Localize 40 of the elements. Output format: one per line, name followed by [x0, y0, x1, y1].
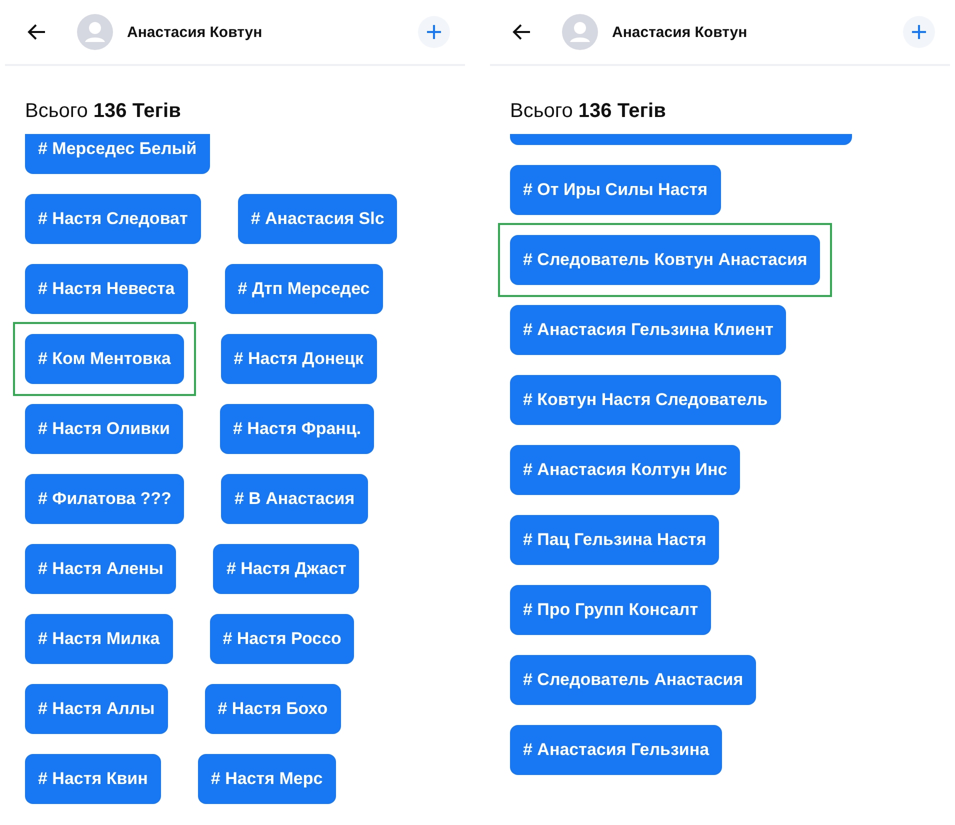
tag-count: Всього 136 Тегів	[24, 99, 182, 124]
avatar-icon	[562, 14, 598, 50]
tag[interactable]: # Настя Невеста	[25, 264, 188, 314]
contact-name: Анастасия Ковтун	[127, 24, 264, 40]
tag[interactable]: # Анастасия Гельзина	[510, 725, 722, 775]
tag[interactable]: # В Анастасия	[221, 474, 368, 524]
tag[interactable]: # Настя Джаст	[213, 544, 360, 594]
tag[interactable]: # Настя Франц.	[220, 404, 374, 454]
contact-name: Анастасия Ковтун	[612, 24, 748, 40]
tag[interactable]: # Следователь Ковтун Анастасия	[510, 235, 820, 285]
tag[interactable]: # Настя Следоват	[25, 194, 201, 244]
plus-icon	[427, 25, 441, 39]
tag[interactable]: # Ковтун Настя Следователь	[510, 375, 781, 425]
tag[interactable]: # Дтп Мерседес	[224, 264, 383, 314]
tag-count: Всього 136 Тегів	[509, 99, 667, 124]
tag[interactable]: # Настя Мерс	[198, 754, 336, 804]
back-arrow-icon[interactable]	[27, 22, 47, 42]
add-button[interactable]	[903, 16, 935, 48]
tag[interactable]: # Анастасия Колтун Инс	[510, 445, 740, 495]
tag[interactable]: # Настя Алены	[25, 544, 176, 594]
back-arrow-icon[interactable]	[512, 22, 532, 42]
tag[interactable]: # Филатова ???	[25, 474, 184, 524]
tag[interactable]: # Настя Оливки	[25, 404, 183, 454]
tag[interactable]: # Настя Россо	[210, 614, 354, 664]
tag[interactable]: # Про Групп Консалт	[510, 585, 712, 635]
add-button[interactable]	[418, 16, 450, 48]
tag[interactable]: # Ком Ментовка	[25, 334, 184, 384]
tag[interactable]: # От Иры Силы Настя	[510, 165, 720, 215]
tag[interactable]: # Настя Квин	[25, 754, 161, 804]
tag[interactable]: # Настя Донецк	[220, 334, 377, 384]
avatar-icon	[77, 14, 113, 50]
tag[interactable]: # Мерседес Белый	[25, 134, 210, 174]
tag[interactable]: # Настя Бохо	[204, 684, 341, 734]
tag[interactable]: # Анастасия Slc	[238, 194, 398, 244]
tag[interactable]: # Настя Милка	[25, 614, 173, 664]
tag[interactable]: # Пац Гельзина Настя	[510, 515, 720, 565]
tag[interactable]: # Анастасия Гельзина Клиент	[510, 305, 786, 355]
tag[interactable]: # Настя Аллы	[25, 684, 168, 734]
plus-icon	[912, 25, 926, 39]
tag[interactable]: # Следователь Анастасия	[510, 655, 756, 705]
